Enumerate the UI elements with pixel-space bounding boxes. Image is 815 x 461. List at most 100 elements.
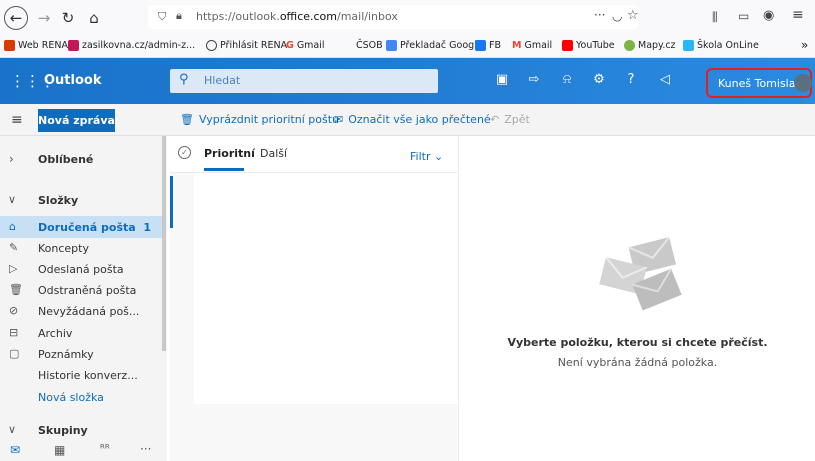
- url-bar[interactable]: ⛉ 🔒︎ https://outlook.office.com/mail/inb…: [148, 5, 639, 29]
- folder-inbox[interactable]: ⌂ Doručená pošta 1: [0, 216, 163, 238]
- bookmark-label: zasilkovna.cz/admin-z...: [82, 40, 196, 51]
- mark-all-read-label: Označit vše jako přečtené: [348, 113, 491, 126]
- bookmarks-bar: Web RENA zasilkovna.cz/admin-z... Přihlá…: [0, 36, 815, 58]
- back-icon[interactable]: ←: [4, 6, 28, 30]
- help-icon[interactable]: ?: [622, 72, 640, 87]
- gear-icon[interactable]: ⚙: [590, 72, 608, 87]
- chevron-down-icon: ∨: [8, 193, 17, 206]
- folder-label: Historie konverz...: [38, 369, 138, 382]
- message-list-body[interactable]: [194, 173, 457, 404]
- account-manager[interactable]: Kuneš Tomislav: [706, 68, 812, 98]
- feedback-icon[interactable]: ◁: [656, 72, 674, 87]
- bookmark-item[interactable]: zasilkovna.cz/admin-z...: [68, 40, 195, 51]
- bookmark-favicon-icon: [4, 40, 15, 51]
- empty-mailbox-icon: [599, 236, 682, 311]
- avatar[interactable]: [794, 74, 812, 92]
- sidebar-icon[interactable]: ▭: [738, 9, 749, 23]
- bookmark-item[interactable]: ČSOB: [356, 40, 383, 51]
- selected-item-indicator: [170, 176, 173, 228]
- bookmark-label: Gmail: [524, 40, 553, 51]
- message-list-header: ✓ Prioritní Další Filtr ⌄: [170, 136, 457, 173]
- bookmark-label: Škola OnLine: [697, 40, 759, 51]
- folders-header[interactable]: ∨ Složky: [0, 189, 163, 211]
- favorites-header[interactable]: › Oblíbené: [0, 148, 163, 170]
- hamburger-icon[interactable]: ≡: [11, 112, 23, 128]
- folder-drafts[interactable]: ✎ Koncepty: [0, 237, 163, 259]
- folder-notes[interactable]: ▢ Poznámky: [0, 343, 163, 365]
- app-brand[interactable]: Outlook: [44, 73, 101, 88]
- bookmark-star-icon[interactable]: ☆: [627, 8, 639, 23]
- teams-icon[interactable]: ▣: [493, 72, 511, 87]
- bookmark-label: Přihlásit RENA: [220, 40, 288, 51]
- bookmark-item[interactable]: YouTube: [562, 40, 615, 51]
- bookmark-item[interactable]: Web RENA: [4, 40, 68, 51]
- folder-archive[interactable]: ⊟ Archiv: [0, 322, 163, 344]
- note-icon: ▢: [9, 347, 20, 360]
- folder-pane-scrollbar[interactable]: [162, 136, 166, 351]
- mapy-icon: [624, 40, 635, 51]
- library-icon[interactable]: ⫼: [712, 10, 718, 25]
- youtube-icon: [562, 40, 573, 51]
- undo-button[interactable]: ↶ Zpět: [490, 113, 530, 126]
- bookmark-item[interactable]: M Gmail: [512, 40, 552, 51]
- bookmark-label: FB: [489, 40, 501, 51]
- pencil-icon: ✎: [9, 241, 19, 254]
- empty-focused-button[interactable]: 🗑︎ Vyprázdnit prioritní poštu: [180, 113, 339, 126]
- trash-icon: 🗑︎: [9, 283, 23, 296]
- block-icon: ⊘: [9, 304, 19, 317]
- calendar-icon[interactable]: ▦: [54, 443, 65, 457]
- bookmark-item[interactable]: Přihlásit RENA: [206, 40, 287, 51]
- app-launcher-icon[interactable]: ⋮⋮⋮: [10, 72, 55, 90]
- folder-pane: › Oblíbené ∨ Složky ⌂ Doručená pošta 1 ✎…: [0, 136, 167, 440]
- groups-label: Skupiny: [38, 424, 88, 437]
- filter-button[interactable]: Filtr ⌄: [410, 150, 443, 163]
- menu-icon[interactable]: ≡: [792, 7, 804, 23]
- search-input[interactable]: ⚲ Hledat: [170, 69, 438, 93]
- empty-focused-label: Vyprázdnit prioritní poštu: [198, 113, 339, 126]
- more-apps-icon[interactable]: ···: [140, 442, 151, 456]
- bookmark-label: Web RENA: [18, 40, 68, 51]
- folder-label: Archiv: [38, 327, 73, 340]
- account-icon[interactable]: ◉: [763, 8, 774, 23]
- folder-junk[interactable]: ⊘ Nevyžádaná poš...: [0, 300, 163, 322]
- new-folder-link[interactable]: Nová složka: [0, 386, 163, 408]
- command-bar: ≡ Nová zpráva 🗑︎ Vyprázdnit prioritní poš…: [0, 104, 815, 136]
- bell-icon[interactable]: ⍾: [558, 72, 576, 87]
- new-mail-button[interactable]: Nová zpráva: [38, 109, 115, 132]
- bookmark-item[interactable]: Překladač Google: [386, 40, 483, 51]
- bookmarks-more-icon[interactable]: »: [801, 38, 808, 52]
- facebook-icon: [475, 40, 486, 51]
- folder-conversation-history[interactable]: Historie konverz...: [0, 364, 163, 386]
- undo-icon: ↶: [490, 113, 500, 126]
- folder-label: Odeslaná pošta: [38, 263, 124, 276]
- shield-icon: ⛉: [158, 10, 167, 23]
- bookmark-item[interactable]: FB: [475, 40, 501, 51]
- bookmark-item[interactable]: G Gmail: [286, 40, 325, 51]
- filter-label: Filtr: [410, 150, 431, 163]
- chevron-down-icon: ∨: [8, 423, 17, 436]
- folder-label: Koncepty: [38, 242, 89, 255]
- home-icon[interactable]: ⌂: [82, 6, 106, 30]
- forward-icon[interactable]: →: [32, 6, 56, 30]
- forward-message-icon[interactable]: ⇨: [525, 72, 543, 87]
- people-icon[interactable]: ᴿᴿ: [100, 442, 110, 455]
- bookmark-item[interactable]: Mapy.cz: [624, 40, 676, 51]
- groups-header[interactable]: ∨ Skupiny: [0, 419, 163, 441]
- folder-sent[interactable]: ▷ Odeslaná pošta: [0, 258, 163, 280]
- select-all-icon[interactable]: ✓: [178, 146, 191, 159]
- mail-icon[interactable]: ✉: [10, 443, 20, 457]
- mark-all-read-button[interactable]: ✉ Označit vše jako přečtené: [334, 113, 491, 126]
- new-folder-label: Nová složka: [38, 391, 104, 404]
- bookmark-label: Překladač Google: [400, 40, 483, 51]
- tab-focused[interactable]: Prioritní: [204, 147, 255, 160]
- pocket-icon[interactable]: ◡: [612, 9, 622, 23]
- tab-other[interactable]: Další: [260, 147, 287, 160]
- reload-icon[interactable]: ↻: [56, 6, 80, 30]
- search-icon: ⚲: [179, 72, 189, 87]
- bookmark-item[interactable]: Škola OnLine: [683, 40, 759, 51]
- folder-label: Doručená pošta 1: [38, 221, 151, 234]
- page-actions-icon[interactable]: ···: [594, 8, 605, 22]
- folder-deleted[interactable]: 🗑︎ Odstraněná pošta: [0, 279, 163, 301]
- send-icon: ▷: [9, 262, 18, 275]
- module-switcher: ✉ ▦ ᴿᴿ ···: [0, 440, 167, 461]
